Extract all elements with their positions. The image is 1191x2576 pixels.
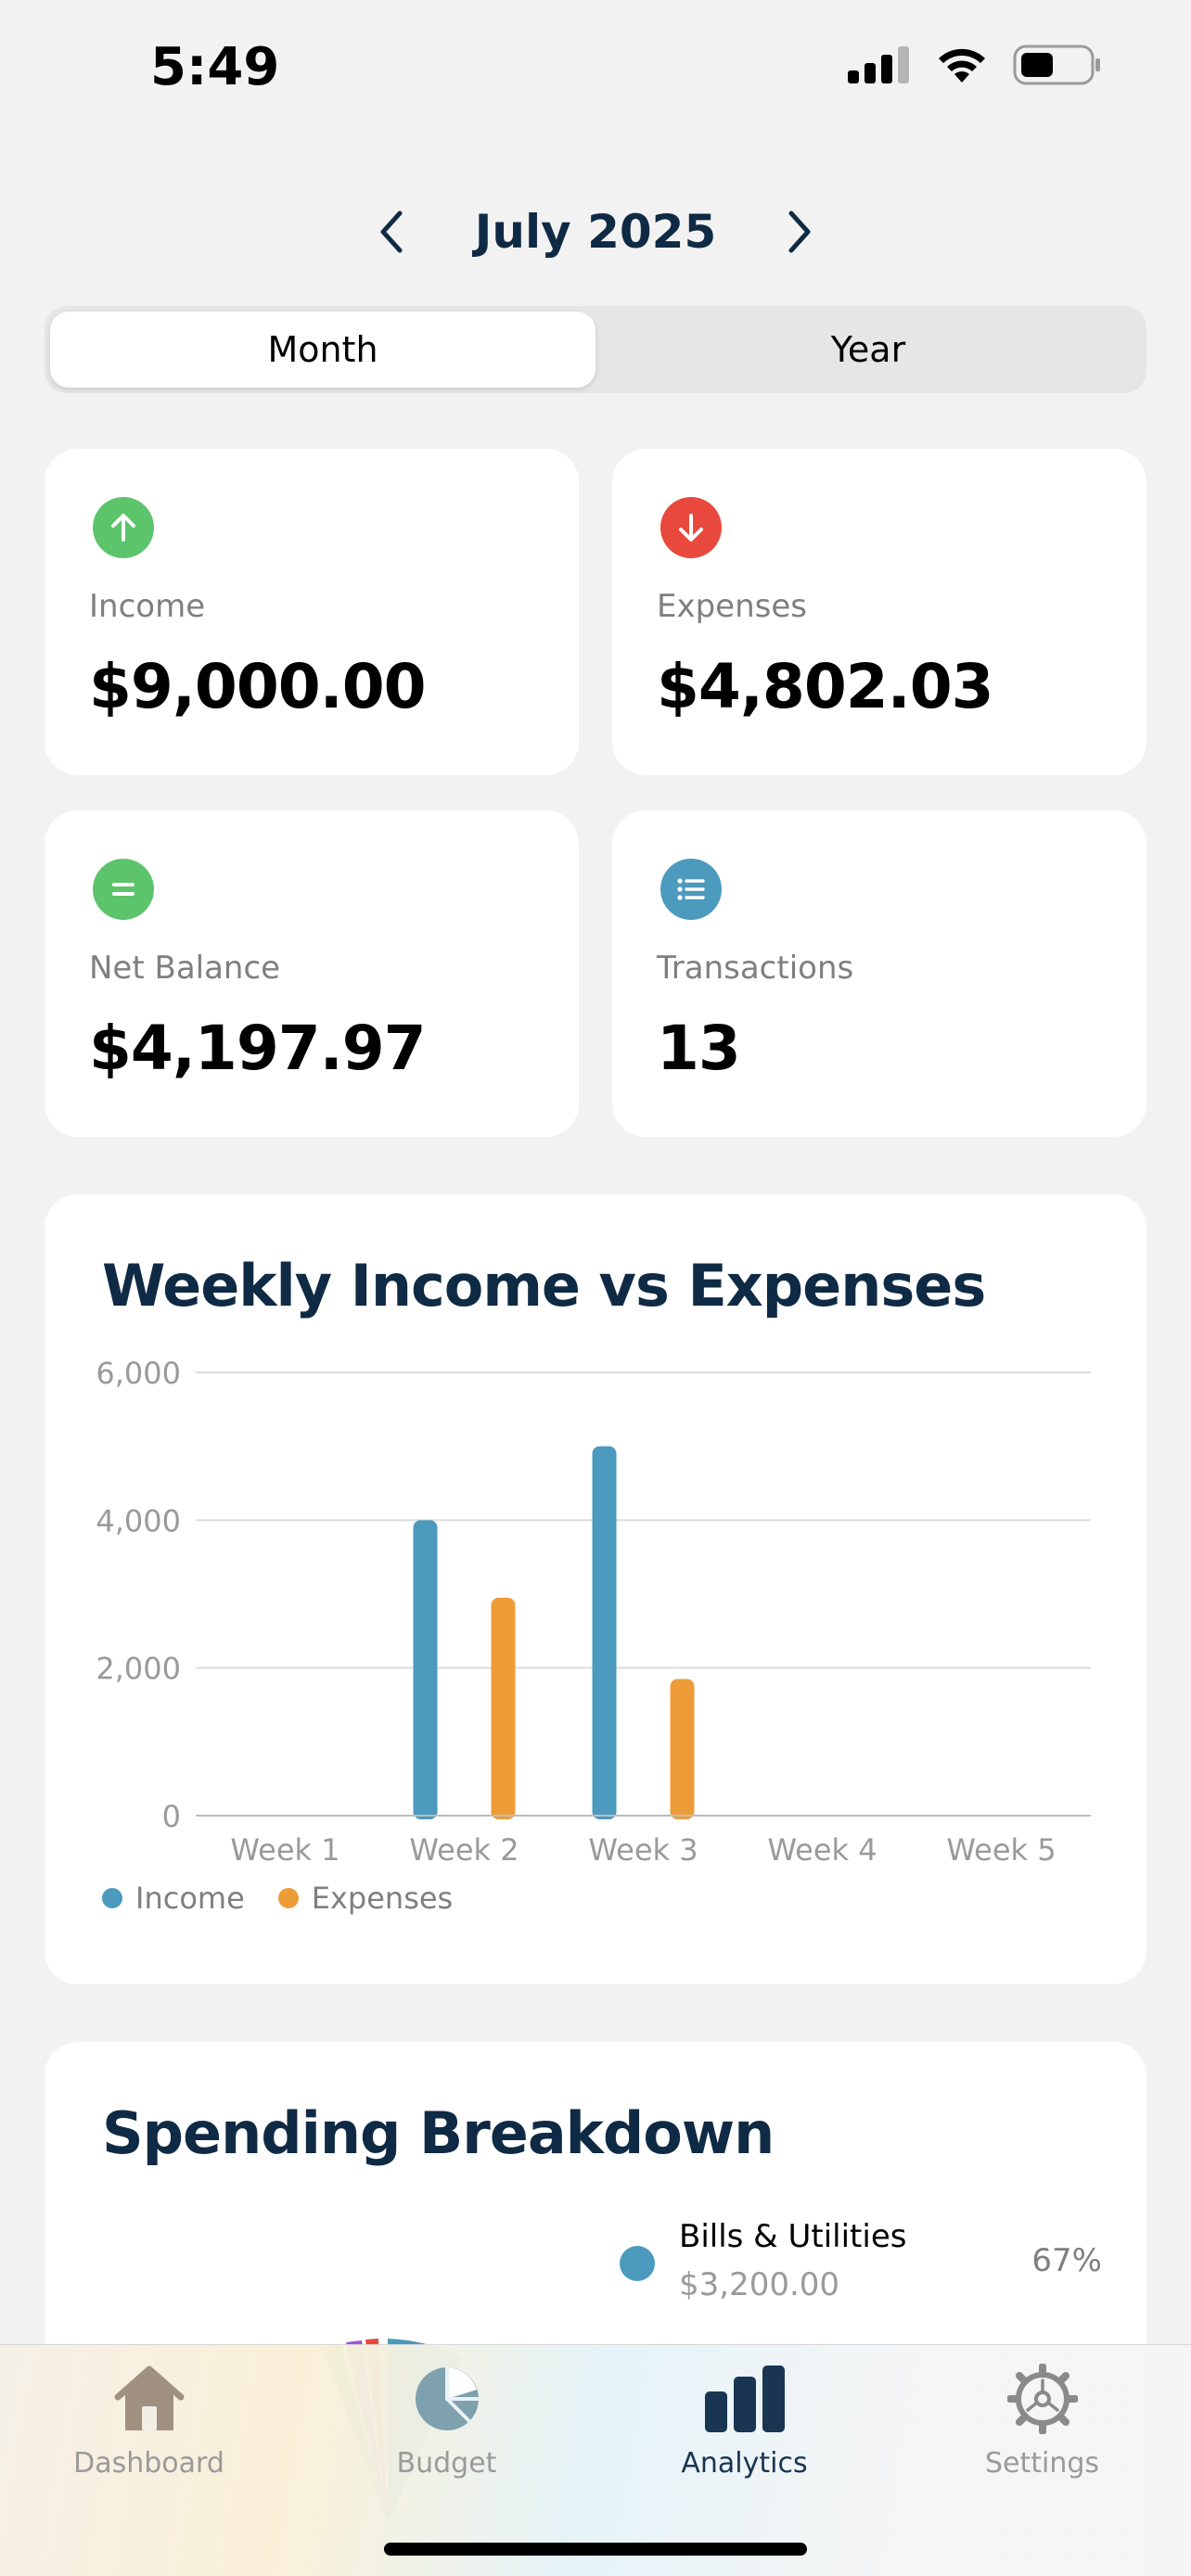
status-icons <box>848 45 1102 85</box>
pie-chart-icon <box>415 2367 479 2430</box>
segment-month[interactable]: Month <box>50 312 596 388</box>
net-balance-value: $4,197.97 <box>89 1013 427 1084</box>
legend-item-expenses: Expenses <box>277 1881 454 1916</box>
y-tick-label: 6,000 <box>96 1356 181 1391</box>
bar-income-week-3 <box>592 1446 617 1819</box>
legend-label-income: Income <box>135 1881 245 1916</box>
x-tick-label: Week 2 <box>409 1832 519 1868</box>
net-balance-label: Net Balance <box>89 950 281 987</box>
battery-icon <box>1013 45 1100 85</box>
transactions-card[interactable]: Transactions 13 <box>612 810 1146 1137</box>
breakdown-dot <box>620 2246 655 2281</box>
tab-label-budget: Budget <box>396 2447 497 2480</box>
x-tick-label: Week 1 <box>230 1832 339 1868</box>
income-label: Income <box>89 588 206 625</box>
status-time: 5:49 <box>150 37 280 97</box>
tab-analytics[interactable]: Analytics <box>596 2345 893 2576</box>
month-label: July 2025 <box>474 205 717 259</box>
home-indicator <box>384 2543 807 2556</box>
next-month-button[interactable] <box>772 204 827 260</box>
period-segmented-control: Month Year <box>45 306 1146 393</box>
tab-dashboard[interactable]: Dashboard <box>0 2345 298 2576</box>
chevron-left-icon <box>380 210 403 253</box>
breakdown-item-amount: $3,200.00 <box>679 2266 840 2303</box>
breakdown-item-name: Bills & Utilities <box>679 2218 907 2255</box>
transactions-label: Transactions <box>657 950 854 987</box>
expenses-card[interactable]: Expenses $4,802.03 <box>612 449 1146 775</box>
arrow-down-icon <box>660 497 722 558</box>
wifi-icon <box>939 48 985 83</box>
month-navigator: July 2025 <box>0 185 1191 278</box>
tab-bar: Dashboard Budget Analytics Settings <box>0 2344 1191 2576</box>
bar-expenses-week-3 <box>670 1678 695 1819</box>
bar-income-week-2 <box>413 1520 438 1819</box>
x-tick-label: Week 5 <box>946 1832 1056 1868</box>
list-icon <box>660 859 722 920</box>
x-tick-label: Week 4 <box>767 1832 877 1868</box>
arrow-up-icon <box>93 497 154 558</box>
house-icon <box>114 2366 184 2430</box>
previous-month-button[interactable] <box>364 204 419 260</box>
bar-chart-icon <box>704 2366 785 2432</box>
income-value: $9,000.00 <box>89 651 427 722</box>
y-tick-label: 2,000 <box>96 1651 181 1687</box>
transactions-value: 13 <box>657 1013 741 1084</box>
equals-icon <box>93 859 154 920</box>
gear-icon <box>1006 2364 1078 2434</box>
status-bar: 5:49 <box>0 0 1191 139</box>
income-card[interactable]: Income $9,000.00 <box>45 449 579 775</box>
expenses-value: $4,802.03 <box>657 651 994 722</box>
legend-dot-expenses <box>277 1888 299 1908</box>
chevron-right-icon <box>788 210 811 253</box>
tab-label-analytics: Analytics <box>681 2447 808 2480</box>
cellular-signal-icon <box>848 46 909 83</box>
tab-settings[interactable]: Settings <box>893 2345 1191 2576</box>
chart-legend: Income Expenses <box>102 1881 453 1916</box>
legend-item-income: Income <box>102 1881 245 1916</box>
x-tick-label: Week 3 <box>588 1832 698 1868</box>
weekly-bar-chart: 0 2,000 4,000 6,000 Week 1 Week 2 Week 3 Week 4… <box>96 1356 1091 1868</box>
tab-budget[interactable]: Budget <box>298 2345 596 2576</box>
net-balance-card[interactable]: Net Balance $4,197.97 <box>45 810 579 1137</box>
spending-breakdown-title: Spending Breakdown <box>102 2099 775 2167</box>
expenses-label: Expenses <box>657 588 807 625</box>
y-tick-label: 4,000 <box>96 1503 181 1538</box>
tab-label-settings: Settings <box>984 2447 1100 2480</box>
bar-expenses-week-2 <box>491 1597 516 1819</box>
tab-label-dashboard: Dashboard <box>73 2447 224 2480</box>
breakdown-item-percent: 67% <box>1031 2242 1102 2279</box>
y-tick-label: 0 <box>162 1799 181 1834</box>
breakdown-item-bills-utilities[interactable]: Bills & Utilities $3,200.00 67% <box>620 2218 1102 2311</box>
legend-label-expenses: Expenses <box>311 1881 454 1916</box>
segment-year[interactable]: Year <box>596 312 1141 388</box>
weekly-chart-card: Weekly Income vs Expenses 0 2,000 4,000 6,0… <box>45 1194 1146 1984</box>
legend-dot-income <box>102 1888 122 1908</box>
